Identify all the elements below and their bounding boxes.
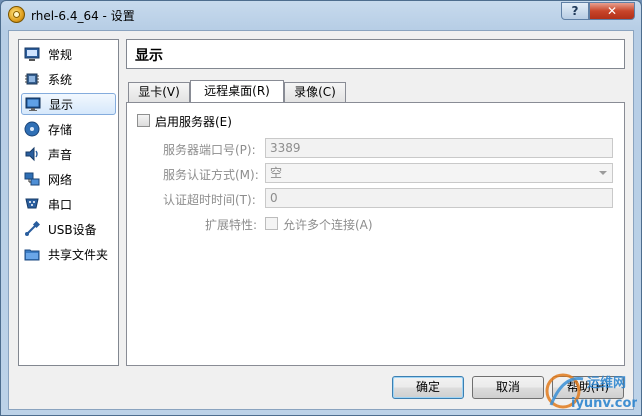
server-port-input[interactable]: 3389 [265,138,613,158]
ok-button[interactable]: 确定 [392,376,464,399]
dialog-client-area: 常规 系统 显示 存储 声音 网络 串口 USB设备 共享文件夹 显示 显卡(V… [8,30,634,410]
settings-content-pane: 显示 显卡(V) 远程桌面(R) 录像(C) 启用服务器(E) 服务器端口号(P… [126,39,625,366]
sidebar-item-serial-port[interactable]: 串口 [21,193,116,215]
help-button[interactable]: 帮助(H) [552,376,624,399]
help-title-button[interactable]: ? [561,2,589,20]
tab-remote-desktop[interactable]: 远程桌面(R) [190,80,284,102]
tab-recording[interactable]: 录像(C) [284,82,346,102]
sidebar-item-label: USB设备 [48,222,97,237]
remote-desktop-panel: 启用服务器(E) 服务器端口号(P): 3389 服务认证方式(M): 空 认证… [126,102,625,366]
serial-port-icon [24,196,40,212]
auth-method-label: 服务认证方式(M): [163,168,259,182]
server-port-label: 服务器端口号(P): [163,143,256,157]
sidebar-item-label: 系统 [48,72,73,87]
sidebar-item-label: 存储 [48,122,73,137]
general-icon [24,46,40,62]
network-icon [24,171,40,187]
sidebar-item-label: 串口 [48,197,73,212]
section-header: 显示 [126,39,625,69]
cancel-button[interactable]: 取消 [472,376,544,399]
sidebar-item-usb[interactable]: USB设备 [21,218,116,240]
sidebar-item-display[interactable]: 显示 [21,93,116,115]
window-title: rhel-6.4_64 - 设置 [31,9,135,23]
sidebar-item-system[interactable]: 系统 [21,68,116,90]
display-monitor-icon [25,96,41,112]
chevron-down-icon [599,171,607,175]
auth-method-value: 空 [270,166,283,180]
sidebar-item-label: 声音 [48,147,73,162]
storage-disk-icon [24,121,40,137]
virtualbox-app-icon [8,6,25,23]
usb-icon [24,221,40,237]
auth-timeout-input[interactable]: 0 [265,188,613,208]
allow-multiple-connections-checkbox[interactable] [265,217,278,230]
sidebar-item-storage[interactable]: 存储 [21,118,116,140]
auth-timeout-label: 认证超时时间(T): [163,193,256,207]
settings-window: rhel-6.4_64 - 设置 ? ✕ 常规 系统 显示 存储 声音 网络 串… [0,0,642,416]
speaker-icon [24,146,40,162]
sidebar-item-label: 显示 [49,97,74,112]
sidebar-item-label: 共享文件夹 [48,247,109,262]
allow-multiple-connections-label[interactable]: 允许多个连接(A) [283,216,373,233]
tab-video[interactable]: 显卡(V) [128,82,190,102]
enable-server-checkbox[interactable] [137,114,150,127]
title-bar[interactable]: rhel-6.4_64 - 设置 ? ✕ [1,1,641,29]
extended-features-label: 扩展特性: [205,218,258,232]
auth-method-select[interactable]: 空 [265,163,613,183]
enable-server-label[interactable]: 启用服务器(E) [155,113,232,130]
sidebar-item-audio[interactable]: 声音 [21,143,116,165]
close-button[interactable]: ✕ [589,2,635,20]
shared-folder-icon [24,246,40,262]
sidebar-item-label: 常规 [48,47,73,62]
sidebar-item-label: 网络 [48,172,73,187]
sidebar-item-network[interactable]: 网络 [21,168,116,190]
sidebar-item-general[interactable]: 常规 [21,43,116,65]
sidebar-item-shared-folders[interactable]: 共享文件夹 [21,243,116,265]
page-title: 显示 [135,48,163,64]
system-chip-icon [24,71,40,87]
settings-category-list: 常规 系统 显示 存储 声音 网络 串口 USB设备 共享文件夹 [18,39,119,366]
